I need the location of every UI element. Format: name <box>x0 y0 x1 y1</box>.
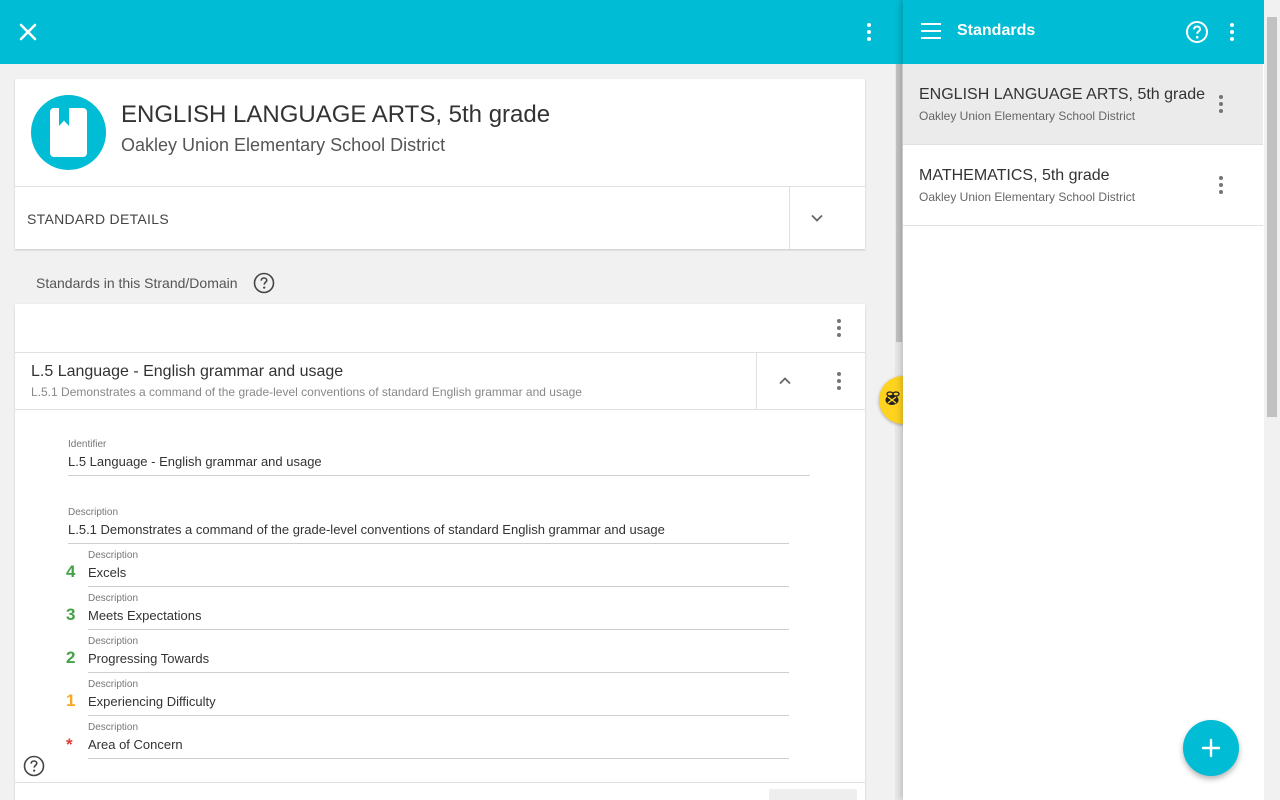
plus-icon <box>1201 738 1221 758</box>
panel-item-title: ENGLISH LANGUAGE ARTS, 5th grade <box>919 86 1206 103</box>
rubric-field-concern[interactable]: Description Area of Concern <box>88 722 789 759</box>
description-label: Description <box>68 507 119 518</box>
more-options-icon[interactable] <box>1220 20 1244 44</box>
standard-title: L.5 Language - English grammar and usage <box>31 363 344 380</box>
more-options-icon[interactable] <box>857 20 881 44</box>
more-options-icon[interactable] <box>827 316 851 340</box>
district-name: Oakley Union Elementary School District <box>121 135 446 155</box>
rubric-input[interactable]: Experiencing Difficulty <box>88 694 789 716</box>
menu-icon[interactable] <box>921 23 941 41</box>
rubric-input[interactable]: Progressing Towards <box>88 651 789 673</box>
close-icon[interactable] <box>16 20 40 44</box>
panel-item-title: MATHEMATICS, 5th grade <box>919 167 1110 184</box>
identifier-input[interactable]: L.5 Language - English grammar and usage <box>68 454 810 476</box>
identifier-field[interactable]: Identifier L.5 Language - English gramma… <box>68 439 810 476</box>
panel-title: Standards <box>957 22 1036 39</box>
divider <box>789 187 790 249</box>
identifier-label: Identifier <box>68 439 107 450</box>
rubric-level-3: 3 <box>66 605 76 624</box>
more-options-icon[interactable] <box>1209 92 1233 116</box>
main-scrollbar[interactable] <box>895 64 903 800</box>
standard-details-label: STANDARD DETAILS <box>27 211 169 227</box>
rubric-level-2: 2 <box>66 648 76 667</box>
footer-button[interactable] <box>769 789 857 800</box>
panel-scrollbar[interactable] <box>1264 0 1280 800</box>
book-icon <box>31 95 106 170</box>
chevron-down-icon[interactable] <box>810 211 824 225</box>
help-icon[interactable] <box>253 272 275 294</box>
bookmark-icon <box>59 108 69 126</box>
help-icon[interactable] <box>23 755 45 777</box>
rubric-label: Description <box>88 722 139 733</box>
top-app-bar <box>0 0 903 64</box>
divider <box>756 353 757 410</box>
panel-item-subtitle: Oakley Union Elementary School District <box>919 109 1136 123</box>
standards-list-card: L.5 Language - English grammar and usage… <box>15 304 865 800</box>
panel-item-subtitle: Oakley Union Elementary School District <box>919 190 1136 204</box>
page-title: ENGLISH LANGUAGE ARTS, 5th grade <box>121 101 551 128</box>
rubric-label: Description <box>88 636 139 647</box>
panel-item-math[interactable]: MATHEMATICS, 5th grade Oakley Union Elem… <box>903 145 1263 226</box>
add-standard-button[interactable] <box>1183 720 1239 776</box>
rubric-input[interactable]: Area of Concern <box>88 737 789 759</box>
rubric-label: Description <box>88 550 139 561</box>
rubric-label: Description <box>88 679 139 690</box>
more-options-icon[interactable] <box>1209 173 1233 197</box>
rubric-field-2[interactable]: Description Progressing Towards <box>88 636 789 673</box>
standard-details-row[interactable]: STANDARD DETAILS <box>15 187 865 249</box>
rubric-level-concern: * <box>66 735 73 754</box>
help-icon[interactable] <box>1185 20 1209 44</box>
rubric-input[interactable]: Excels <box>88 565 789 587</box>
standard-description: L.5.1 Demonstrates a command of the grad… <box>31 385 582 399</box>
more-options-icon[interactable] <box>827 369 851 393</box>
strand-label: Standards in this Strand/Domain <box>36 275 238 291</box>
list-toolbar <box>15 304 865 353</box>
description-field[interactable]: Description L.5.1 Demonstrates a command… <box>68 507 789 544</box>
panel-item-ela[interactable]: ENGLISH LANGUAGE ARTS, 5th grade Oakley … <box>903 64 1263 145</box>
rubric-field-4[interactable]: Description Excels <box>88 550 789 587</box>
standard-row[interactable]: L.5 Language - English grammar and usage… <box>15 353 865 410</box>
main-content: ENGLISH LANGUAGE ARTS, 5th grade Oakley … <box>0 64 895 800</box>
description-input[interactable]: L.5.1 Demonstrates a command of the grad… <box>68 522 789 544</box>
chevron-up-icon[interactable] <box>778 374 792 388</box>
rubric-field-1[interactable]: Description Experiencing Difficulty <box>88 679 789 716</box>
rubric-level-1: 1 <box>66 691 76 710</box>
panel-header: Standards <box>903 0 1280 64</box>
rubric-label: Description <box>88 593 139 604</box>
rubric-field-3[interactable]: Description Meets Expectations <box>88 593 789 630</box>
divider <box>15 782 865 783</box>
rubric-level-4: 4 <box>66 562 76 581</box>
rubric-input[interactable]: Meets Expectations <box>88 608 789 630</box>
standard-header-card: ENGLISH LANGUAGE ARTS, 5th grade Oakley … <box>15 79 865 249</box>
standards-panel: Standards ENGLISH LANGUAGE ARTS, 5th gra… <box>903 0 1280 800</box>
